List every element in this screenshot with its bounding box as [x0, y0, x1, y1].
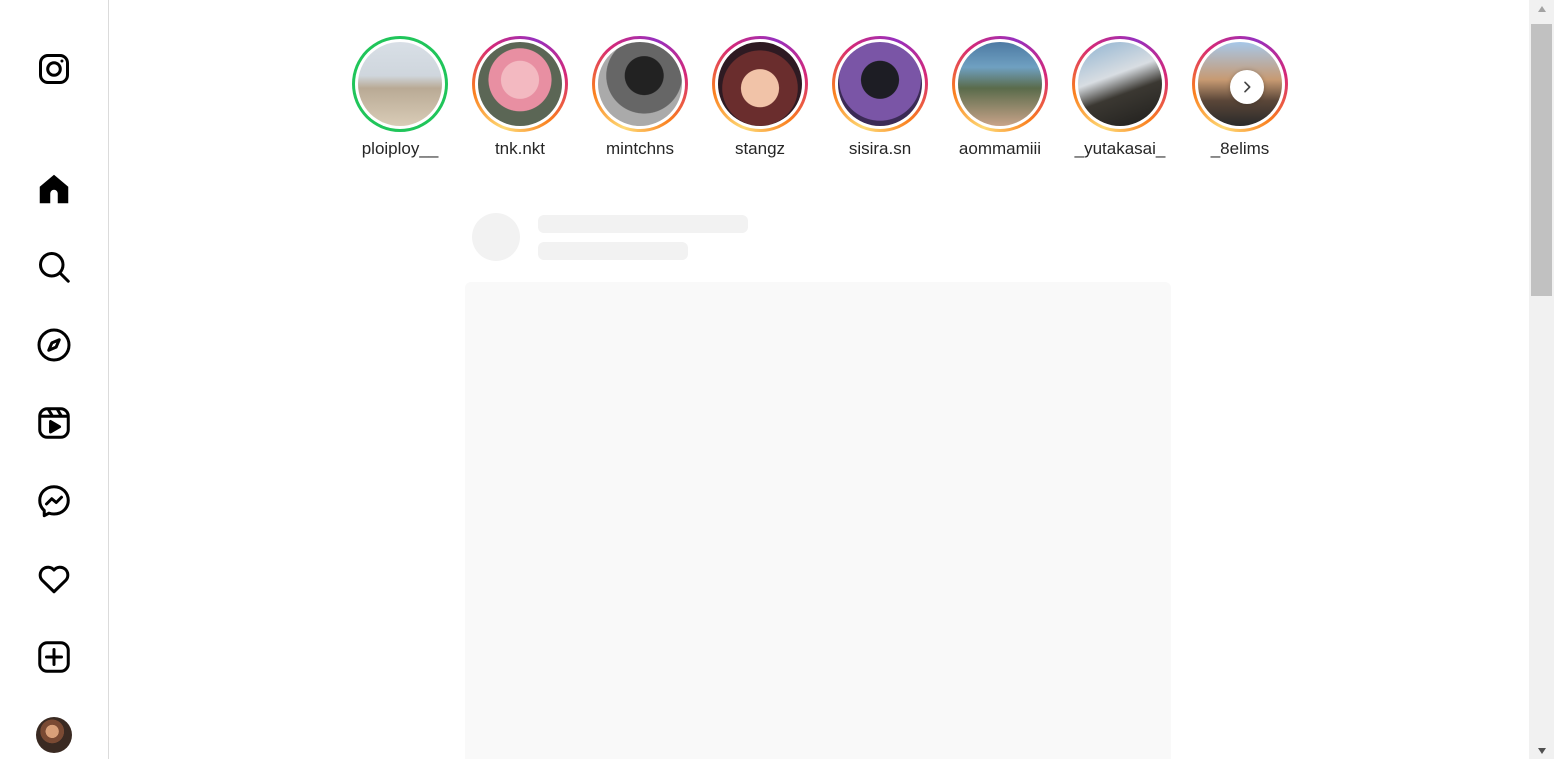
chevron-right-icon — [1244, 81, 1251, 93]
story-ring — [832, 36, 928, 132]
story-ring — [952, 36, 1048, 132]
heart-icon[interactable] — [34, 559, 74, 599]
story-item[interactable]: sisira.sn — [832, 36, 928, 159]
post-subtitle-skeleton — [538, 242, 688, 260]
story-username: ploiploy__ — [361, 139, 439, 158]
scrollbar-thumb[interactable] — [1531, 24, 1552, 296]
reels-icon[interactable] — [34, 403, 74, 443]
create-plus-icon[interactable] — [34, 637, 74, 677]
story-item[interactable]: _yutakasai_ — [1072, 36, 1168, 159]
story-avatar — [358, 42, 442, 126]
story-ring — [352, 36, 448, 132]
sidebar — [0, 0, 109, 759]
story-ring — [1072, 36, 1168, 132]
post-username-skeleton — [538, 215, 748, 233]
home-icon[interactable] — [34, 169, 74, 209]
story-username: aommamiii — [958, 139, 1042, 158]
story-username: _8elims — [1210, 139, 1270, 158]
story-avatar — [478, 42, 562, 126]
instagram-logo-icon[interactable] — [34, 49, 74, 89]
story-item[interactable]: aommamiii — [952, 36, 1048, 159]
story-ring — [712, 36, 808, 132]
scroll-down-arrow-icon[interactable] — [1529, 742, 1554, 759]
story-avatar — [838, 42, 922, 126]
story-avatar — [718, 42, 802, 126]
post-avatar-skeleton — [472, 213, 520, 261]
story-avatar — [958, 42, 1042, 126]
explore-compass-icon[interactable] — [34, 325, 74, 365]
messenger-icon[interactable] — [34, 481, 74, 521]
story-username: sisira.sn — [848, 139, 912, 158]
story-avatar — [1078, 42, 1162, 126]
story-item[interactable]: tnk.nkt — [472, 36, 568, 159]
story-username: stangz — [734, 139, 786, 158]
profile-avatar[interactable] — [34, 715, 74, 755]
story-ring — [472, 36, 568, 132]
scroll-up-arrow-icon[interactable] — [1529, 0, 1554, 17]
stories-next-button[interactable] — [1230, 70, 1264, 104]
story-username: tnk.nkt — [494, 139, 546, 158]
story-avatar — [598, 42, 682, 126]
page-scrollbar[interactable] — [1529, 0, 1554, 759]
story-username: mintchns — [605, 139, 675, 158]
search-icon[interactable] — [34, 247, 74, 287]
story-item[interactable]: ploiploy__ — [352, 36, 448, 159]
story-ring — [592, 36, 688, 132]
story-item[interactable]: stangz — [712, 36, 808, 159]
post-media-skeleton — [465, 282, 1171, 759]
story-username: _yutakasai_ — [1074, 139, 1166, 158]
avatar — [36, 717, 72, 753]
story-item[interactable]: mintchns — [592, 36, 688, 159]
stories-tray: ploiploy__ tnk.nkt mintchns stangz sisir… — [352, 36, 1292, 166]
